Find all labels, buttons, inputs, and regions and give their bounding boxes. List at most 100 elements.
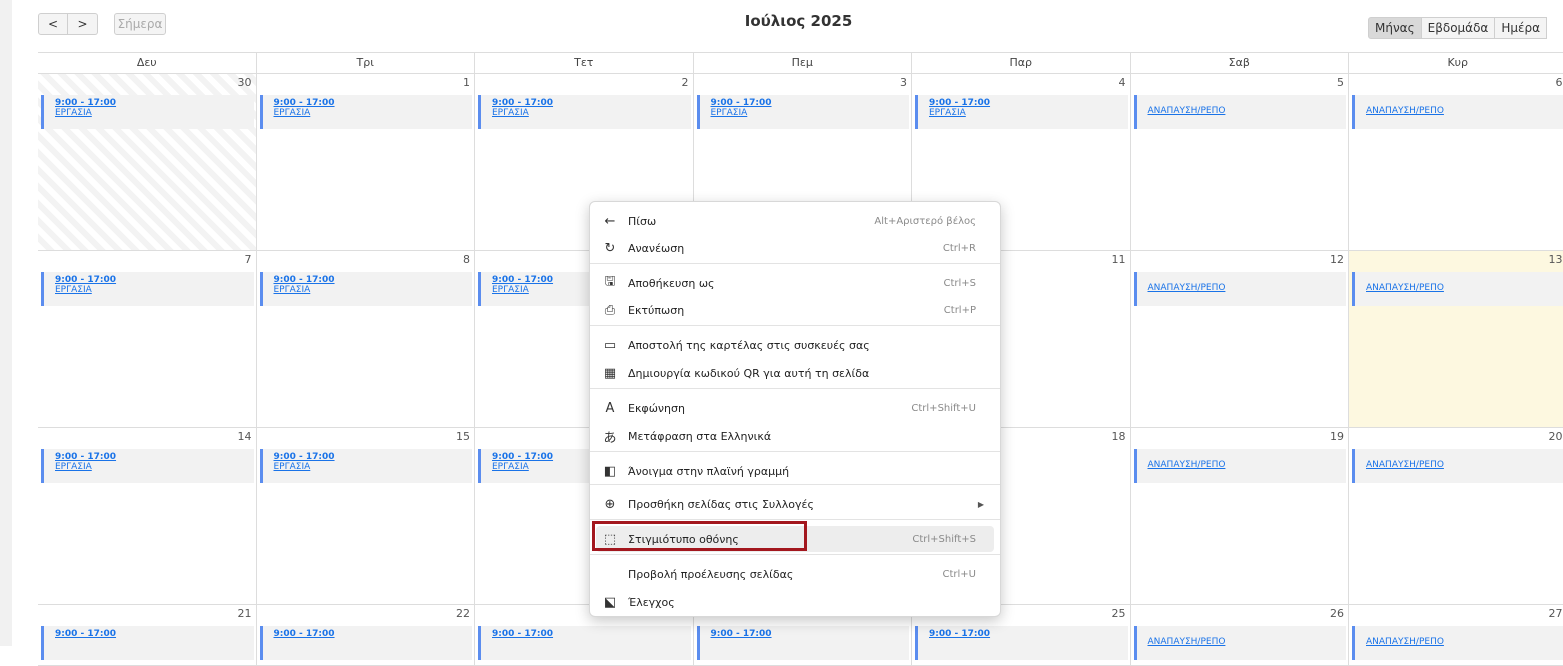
event-rest-label[interactable]: ΑΝΑΠΑΥΣΗ/ΡΕΠΟ <box>1366 275 1563 293</box>
day-number[interactable]: 15 <box>456 430 470 443</box>
day-cell[interactable]: 8 9:00 - 17:00 ΕΡΓΑΣΙΑ <box>257 251 475 427</box>
day-number[interactable]: 5 <box>1337 76 1344 89</box>
day-cell[interactable]: 13 ΑΝΑΠΑΥΣΗ/ΡΕΠΟ <box>1349 251 1563 427</box>
day-cell[interactable]: 30 9:00 - 17:00 ΕΡΓΑΣΙΑ <box>38 74 257 250</box>
menu-item[interactable]: ⬕ Έλεγχος <box>596 589 994 615</box>
day-cell[interactable]: 19 ΑΝΑΠΑΥΣΗ/ΡΕΠΟ <box>1131 428 1349 604</box>
calendar-event[interactable]: 9:00 - 17:00 ΕΡΓΑΣΙΑ <box>41 449 254 483</box>
calendar-event[interactable]: 9:00 - 17:00 ΕΡΓΑΣΙΑ <box>41 272 254 306</box>
calendar-event[interactable]: 9:00 - 17:00 <box>478 626 691 660</box>
menu-item[interactable]: ◧ Άνοιγμα στην πλαϊνή γραμμή <box>596 458 994 484</box>
day-number[interactable]: 30 <box>238 76 252 89</box>
event-rest-label[interactable]: ΑΝΑΠΑΥΣΗ/ΡΕΠΟ <box>1366 629 1563 647</box>
event-time[interactable]: 9:00 - 17:00 <box>929 629 1128 639</box>
calendar-event[interactable]: ΑΝΑΠΑΥΣΗ/ΡΕΠΟ <box>1352 449 1563 483</box>
calendar-event[interactable]: 9:00 - 17:00 ΕΡΓΑΣΙΑ <box>915 95 1128 129</box>
today-button[interactable]: Σήμερα <box>114 13 166 35</box>
day-number[interactable]: 6 <box>1556 76 1563 89</box>
menu-item[interactable]: あ Μετάφραση στα Ελληνικά <box>596 423 994 449</box>
day-cell[interactable]: 22 9:00 - 17:00 <box>257 605 475 665</box>
calendar-event[interactable]: 9:00 - 17:00 ΕΡΓΑΣΙΑ <box>259 272 473 306</box>
day-cell[interactable]: 27 ΑΝΑΠΑΥΣΗ/ΡΕΠΟ <box>1349 605 1563 665</box>
day-number[interactable]: 27 <box>1549 607 1563 620</box>
event-rest-label[interactable]: ΑΝΑΠΑΥΣΗ/ΡΕΠΟ <box>1366 452 1563 470</box>
menu-item[interactable]: A Εκφώνηση Ctrl+Shift+U <box>596 395 994 421</box>
event-time[interactable]: 9:00 - 17:00 <box>274 98 473 108</box>
day-number[interactable]: 2 <box>682 76 689 89</box>
event-title[interactable]: ΕΡΓΑΣΙΑ <box>711 108 910 118</box>
day-number[interactable]: 13 <box>1549 253 1563 266</box>
calendar-event[interactable]: ΑΝΑΠΑΥΣΗ/ΡΕΠΟ <box>1352 95 1563 129</box>
event-time[interactable]: 9:00 - 17:00 <box>492 629 691 639</box>
event-time[interactable]: 9:00 - 17:00 <box>711 98 910 108</box>
event-time[interactable]: 9:00 - 17:00 <box>929 98 1128 108</box>
day-number[interactable]: 25 <box>1112 607 1126 620</box>
day-number[interactable]: 8 <box>463 253 470 266</box>
event-title[interactable]: ΕΡΓΑΣΙΑ <box>929 108 1128 118</box>
calendar-event[interactable]: 9:00 - 17:00 <box>696 626 910 660</box>
day-number[interactable]: 4 <box>1119 76 1126 89</box>
day-cell[interactable]: 7 9:00 - 17:00 ΕΡΓΑΣΙΑ <box>38 251 257 427</box>
menu-item[interactable]: ⎙ Εκτύπωση Ctrl+P <box>596 297 994 323</box>
day-number[interactable]: 7 <box>245 253 252 266</box>
event-title[interactable]: ΕΡΓΑΣΙΑ <box>55 108 254 118</box>
day-number[interactable]: 3 <box>900 76 907 89</box>
day-cell[interactable]: 20 ΑΝΑΠΑΥΣΗ/ΡΕΠΟ <box>1349 428 1563 604</box>
calendar-event[interactable]: ΑΝΑΠΑΥΣΗ/ΡΕΠΟ <box>1133 626 1347 660</box>
menu-item[interactable]: Προβολή προέλευσης σελίδας Ctrl+U <box>596 561 994 587</box>
event-time[interactable]: 9:00 - 17:00 <box>711 629 910 639</box>
calendar-event[interactable]: 9:00 - 17:00 ΕΡΓΑΣΙΑ <box>259 95 473 129</box>
event-time[interactable]: 9:00 - 17:00 <box>55 629 254 639</box>
calendar-event[interactable]: ΑΝΑΠΑΥΣΗ/ΡΕΠΟ <box>1133 95 1347 129</box>
day-number[interactable]: 19 <box>1330 430 1344 443</box>
day-number[interactable]: 26 <box>1330 607 1344 620</box>
menu-item[interactable]: ← Πίσω Alt+Αριστερό βέλος <box>596 208 994 234</box>
event-rest-label[interactable]: ΑΝΑΠΑΥΣΗ/ΡΕΠΟ <box>1148 452 1347 470</box>
calendar-event[interactable]: 9:00 - 17:00 <box>915 626 1128 660</box>
day-number[interactable]: 11 <box>1112 253 1126 266</box>
event-time[interactable]: 9:00 - 17:00 <box>274 629 473 639</box>
day-number[interactable]: 22 <box>456 607 470 620</box>
day-number[interactable]: 12 <box>1330 253 1344 266</box>
event-time[interactable]: 9:00 - 17:00 <box>492 98 691 108</box>
day-cell[interactable]: 5 ΑΝΑΠΑΥΣΗ/ΡΕΠΟ <box>1131 74 1349 250</box>
event-title[interactable]: ΕΡΓΑΣΙΑ <box>492 108 691 118</box>
menu-item[interactable]: ⊕ Προσθήκη σελίδας στις Συλλογές ▶ <box>596 491 994 517</box>
menu-item[interactable]: 🖫 Αποθήκευση ως Ctrl+S <box>596 270 994 296</box>
calendar-event[interactable]: 9:00 - 17:00 ΕΡΓΑΣΙΑ <box>478 95 691 129</box>
event-title[interactable]: ΕΡΓΑΣΙΑ <box>55 462 254 472</box>
calendar-event[interactable]: ΑΝΑΠΑΥΣΗ/ΡΕΠΟ <box>1352 272 1563 306</box>
menu-item[interactable]: ↻ Ανανέωση Ctrl+R <box>596 235 994 261</box>
day-number[interactable]: 18 <box>1112 430 1126 443</box>
calendar-event[interactable]: ΑΝΑΠΑΥΣΗ/ΡΕΠΟ <box>1352 626 1563 660</box>
day-cell[interactable]: 26 ΑΝΑΠΑΥΣΗ/ΡΕΠΟ <box>1131 605 1349 665</box>
day-number[interactable]: 14 <box>238 430 252 443</box>
calendar-event[interactable]: 9:00 - 17:00 <box>259 626 473 660</box>
event-time[interactable]: 9:00 - 17:00 <box>55 452 254 462</box>
day-cell[interactable]: 1 9:00 - 17:00 ΕΡΓΑΣΙΑ <box>257 74 475 250</box>
event-rest-label[interactable]: ΑΝΑΠΑΥΣΗ/ΡΕΠΟ <box>1366 98 1563 116</box>
view-week-button[interactable]: Εβδομάδα <box>1421 17 1496 39</box>
event-time[interactable]: 9:00 - 17:00 <box>274 452 473 462</box>
event-title[interactable]: ΕΡΓΑΣΙΑ <box>274 108 473 118</box>
event-title[interactable]: ΕΡΓΑΣΙΑ <box>274 462 473 472</box>
next-month-button[interactable]: > <box>68 13 98 35</box>
day-cell[interactable]: 14 9:00 - 17:00 ΕΡΓΑΣΙΑ <box>38 428 257 604</box>
menu-item[interactable]: ⬚ Στιγμιότυπο οθόνης Ctrl+Shift+S <box>596 526 994 552</box>
calendar-event[interactable]: 9:00 - 17:00 <box>41 626 254 660</box>
view-day-button[interactable]: Ημέρα <box>1495 17 1548 39</box>
event-title[interactable]: ΕΡΓΑΣΙΑ <box>274 285 473 295</box>
calendar-event[interactable]: 9:00 - 17:00 ΕΡΓΑΣΙΑ <box>41 95 254 129</box>
event-time[interactable]: 9:00 - 17:00 <box>55 275 254 285</box>
day-cell[interactable]: 21 9:00 - 17:00 <box>38 605 257 665</box>
event-rest-label[interactable]: ΑΝΑΠΑΥΣΗ/ΡΕΠΟ <box>1148 98 1347 116</box>
event-time[interactable]: 9:00 - 17:00 <box>274 275 473 285</box>
calendar-event[interactable]: ΑΝΑΠΑΥΣΗ/ΡΕΠΟ <box>1133 272 1346 306</box>
event-title[interactable]: ΕΡΓΑΣΙΑ <box>55 285 254 295</box>
calendar-event[interactable]: ΑΝΑΠΑΥΣΗ/ΡΕΠΟ <box>1133 449 1347 483</box>
day-cell[interactable]: 6 ΑΝΑΠΑΥΣΗ/ΡΕΠΟ <box>1349 74 1563 250</box>
menu-item[interactable]: ▭ Αποστολή της καρτέλας στις συσκευές σας <box>596 332 994 358</box>
view-month-button[interactable]: Μήνας <box>1368 17 1422 39</box>
event-rest-label[interactable]: ΑΝΑΠΑΥΣΗ/ΡΕΠΟ <box>1148 629 1347 647</box>
event-time[interactable]: 9:00 - 17:00 <box>55 98 254 108</box>
